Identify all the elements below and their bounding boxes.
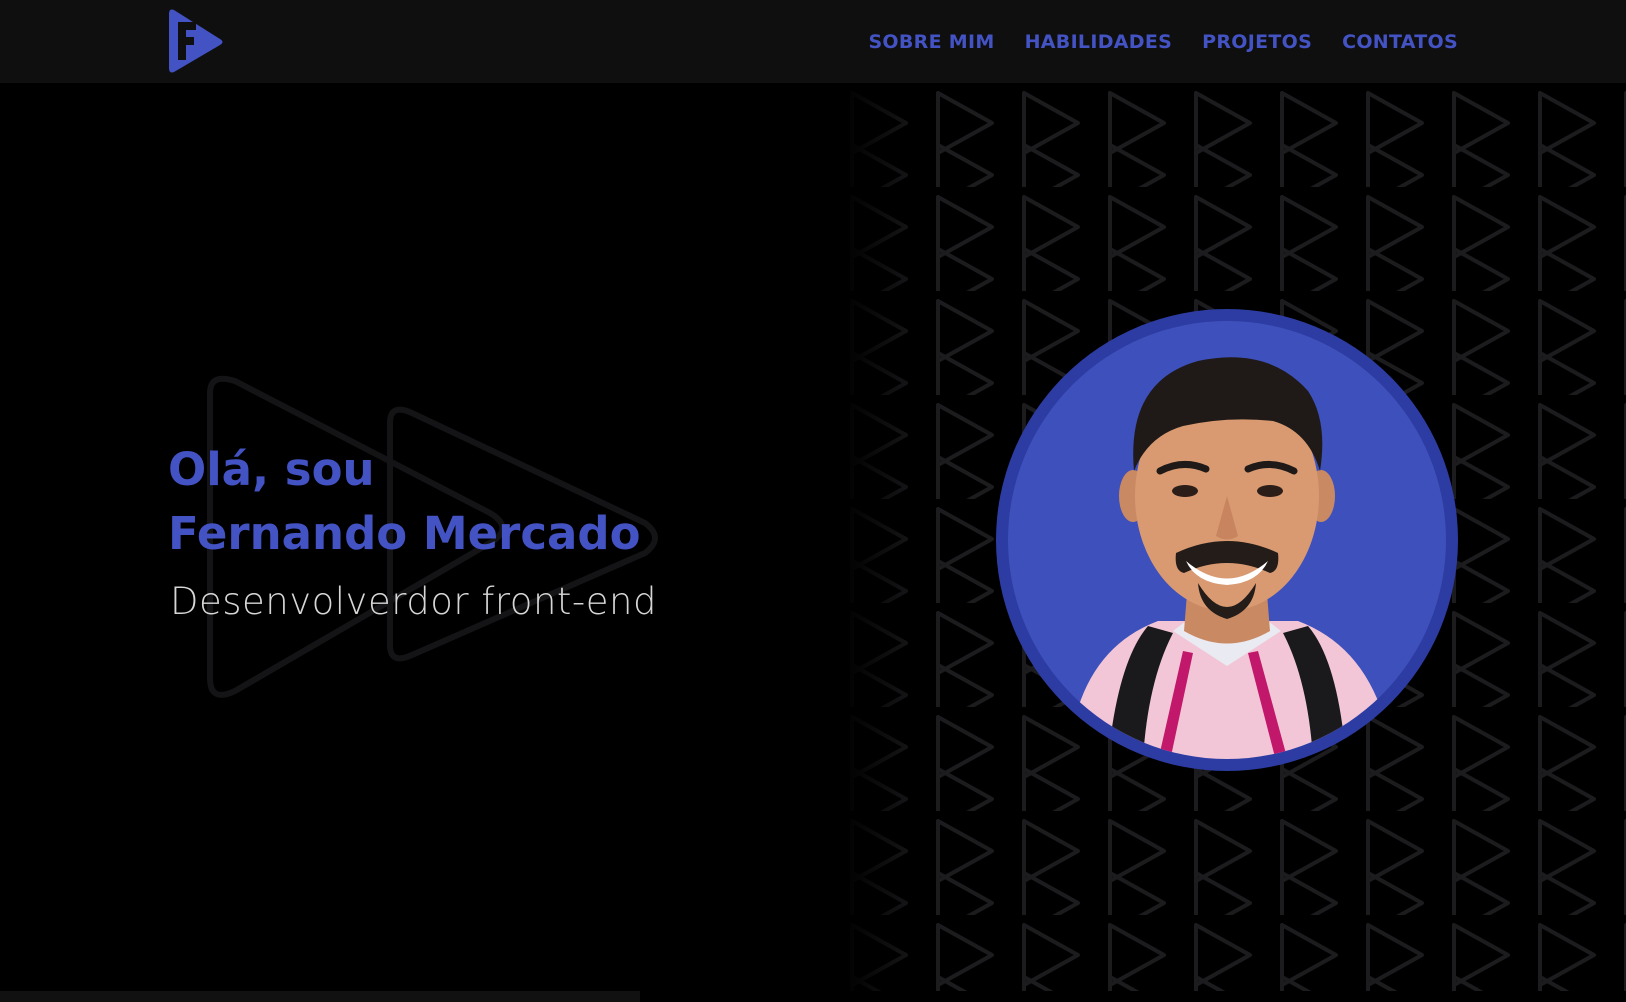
nav-link-contatos[interactable]: CONTATOS bbox=[1342, 31, 1458, 53]
top-navbar: SOBRE MIM HABILIDADES PROJETOS CONTATOS bbox=[0, 0, 1626, 83]
hero-role: Desenvolverdor front-end bbox=[170, 580, 657, 623]
nav-links: SOBRE MIM HABILIDADES PROJETOS CONTATOS bbox=[868, 0, 1458, 83]
profile-photo-frame bbox=[996, 309, 1458, 771]
profile-portrait-image bbox=[1068, 357, 1393, 759]
brand-logo-icon[interactable] bbox=[168, 8, 226, 74]
hero-name: Fernando Mercado bbox=[168, 507, 641, 560]
hero-greeting: Olá, sou bbox=[168, 443, 375, 496]
nav-link-projetos[interactable]: PROJETOS bbox=[1202, 31, 1312, 53]
avatar bbox=[1008, 321, 1446, 759]
hero-section: Olá, sou Fernando Mercado Desenvolverdor… bbox=[0, 83, 1626, 991]
hero-text: Olá, sou Fernando Mercado Desenvolverdor… bbox=[168, 438, 657, 623]
nav-link-sobre-mim[interactable]: SOBRE MIM bbox=[868, 31, 994, 53]
nav-link-habilidades[interactable]: HABILIDADES bbox=[1025, 31, 1173, 53]
bottom-divider-shadow bbox=[640, 991, 1626, 1002]
